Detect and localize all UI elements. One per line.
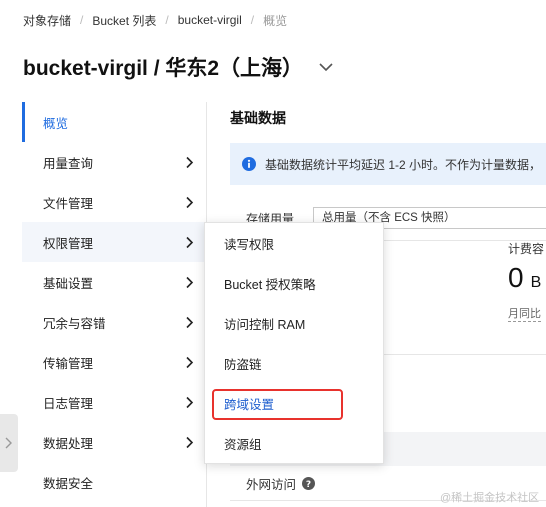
breadcrumb-item-bucket-list[interactable]: Bucket 列表 [92, 12, 156, 29]
chevron-right-icon [186, 276, 194, 289]
breadcrumb: 对象存储 / Bucket 列表 / bucket-virgil / 概览 [23, 11, 287, 29]
internet-access-row: 外网访问 ? [246, 474, 316, 493]
metric-value-row: 0B [508, 262, 541, 294]
sidebar-item-permissions[interactable]: 权限管理 [22, 222, 206, 262]
sidebar-item-overview[interactable]: 概览 [22, 102, 206, 142]
sidebar-item-basic-settings[interactable]: 基础设置 [22, 262, 206, 302]
notice-text: 基础数据统计平均延迟 1-2 小时。不作为计量数据， [265, 157, 542, 172]
metric-value: 0 [508, 262, 524, 293]
submenu-item-resource-group[interactable]: 资源组 [205, 423, 383, 463]
breadcrumb-separator: / [165, 13, 169, 27]
breadcrumb-item-bucket[interactable]: bucket-virgil [178, 13, 242, 27]
sidebar-item-label: 用量查询 [43, 156, 94, 171]
breadcrumb-item-object-storage[interactable]: 对象存储 [23, 12, 71, 29]
chevron-right-icon [186, 316, 194, 329]
sidebar-item-label: 传输管理 [43, 356, 94, 371]
info-icon [242, 157, 256, 171]
watermark: @稀土掘金技术社区 [440, 492, 540, 504]
sidebar-item-label: 日志管理 [43, 396, 94, 411]
sidebar-item-redundancy[interactable]: 冗余与容错 [22, 302, 206, 342]
breadcrumb-current: 概览 [263, 13, 288, 28]
breadcrumb-separator: / [80, 13, 84, 27]
submenu-item-read-write[interactable]: 读写权限 [205, 223, 383, 263]
permissions-submenu: 读写权限 Bucket 授权策略 访问控制 RAM 防盗链 跨域设置 资源组 [204, 222, 384, 464]
chevron-down-icon[interactable] [317, 58, 335, 76]
sidebar-item-label: 冗余与容错 [43, 316, 106, 331]
submenu-item-bucket-policy[interactable]: Bucket 授权策略 [205, 263, 383, 303]
section-title: 基础数据 [230, 110, 286, 126]
sidebar-item-label: 数据安全 [43, 476, 94, 491]
chevron-right-icon [186, 356, 194, 369]
sidebar-menu: 概览 用量查询 文件管理 权限管理 基础设置 冗余与容错 传输管理 日志管理 数… [22, 102, 206, 502]
chevron-right-icon [5, 437, 12, 449]
sidebar-item-data-security[interactable]: 数据安全 [22, 462, 206, 502]
sidebar-item-label: 概览 [43, 116, 69, 131]
chevron-right-icon [186, 156, 194, 169]
sidebar-item-transfer[interactable]: 传输管理 [22, 342, 206, 382]
metric-sub-label: 月同比 [508, 305, 541, 322]
sidebar-item-label: 权限管理 [43, 236, 94, 251]
breadcrumb-separator: / [250, 13, 255, 27]
metric-label: 计费容 [508, 242, 545, 256]
sidebar-item-data-processing[interactable]: 数据处理 [22, 422, 206, 462]
internet-access-label: 外网访问 [246, 478, 297, 492]
page-title-row: bucket-virgil / 华东2（上海） [23, 52, 335, 82]
chevron-right-icon [186, 196, 194, 209]
sidebar-item-label: 基础设置 [43, 276, 94, 291]
page-title: bucket-virgil / 华东2（上海） [23, 57, 304, 80]
sidebar-item-usage[interactable]: 用量查询 [22, 142, 206, 182]
submenu-item-hotlink[interactable]: 防盗链 [205, 343, 383, 383]
metric-unit: B [530, 274, 542, 291]
sidebar-item-label: 文件管理 [43, 196, 94, 211]
chevron-right-icon [186, 396, 194, 409]
submenu-item-ram[interactable]: 访问控制 RAM [205, 303, 383, 343]
help-icon[interactable]: ? [302, 477, 316, 490]
svg-text:?: ? [306, 480, 311, 490]
sidebar-item-logs[interactable]: 日志管理 [22, 382, 206, 422]
chevron-right-icon [186, 436, 194, 449]
sidebar-collapse-handle[interactable] [0, 414, 18, 472]
sidebar-item-files[interactable]: 文件管理 [22, 182, 206, 222]
notice-bar: 基础数据统计平均延迟 1-2 小时。不作为计量数据， [230, 143, 546, 185]
chevron-right-icon [186, 236, 194, 249]
sidebar-item-label: 数据处理 [43, 436, 94, 451]
highlight-box [212, 389, 343, 420]
